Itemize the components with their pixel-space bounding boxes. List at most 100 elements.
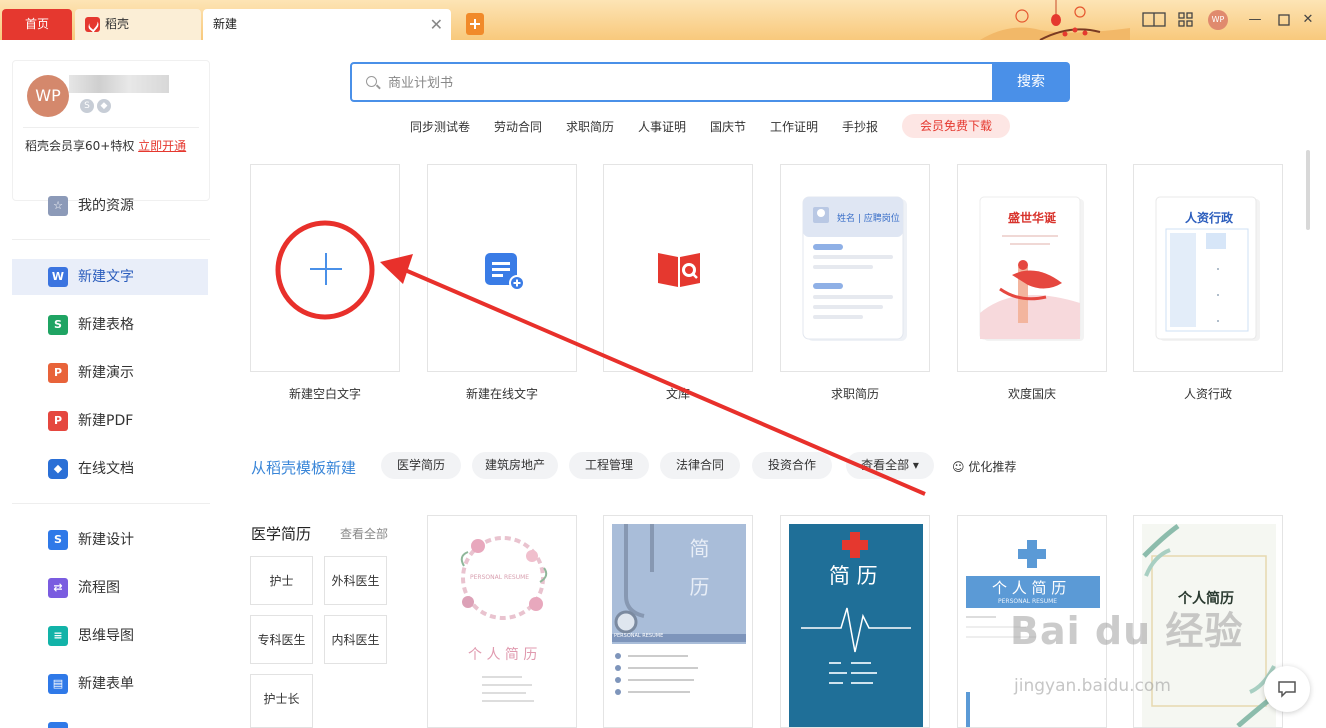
card-label: 欢度国庆 <box>1007 387 1056 401</box>
reading-mode-icon[interactable] <box>1142 10 1166 30</box>
vip-promo: 稻壳会员享60+特权 立即开通 <box>25 137 186 154</box>
template-pill[interactable]: 法律合同 <box>660 452 740 479</box>
sidebar-item-label: 新建设计 <box>78 532 134 548</box>
search-field[interactable] <box>350 62 994 102</box>
pdf-icon: P <box>48 411 68 431</box>
sidebar-item-new-writer[interactable]: W 新建文字 <box>12 259 208 295</box>
category-title: 医学简历 <box>251 525 312 543</box>
card-label: 人资行政 <box>1183 387 1232 401</box>
template-pill[interactable]: 建筑房地产 <box>472 452 558 479</box>
optimize-recommend-button[interactable]: ☺ 优化推荐 <box>952 458 1016 475</box>
profile-card: WP S ◆ 稻壳会员享60+特权 立即开通 <box>12 60 210 201</box>
view-all-dropdown[interactable]: 查看全部 ▾ <box>846 452 934 479</box>
app-window: 首页 稻壳 新建 ✕ WP — ✕ WP S ◆ 稻壳会员享60+特权 立即开通… <box>0 0 1326 728</box>
sidebar-item-label: 新建表格 <box>78 317 134 333</box>
festival-decoration-icon <box>980 0 1130 40</box>
sidebar-item-label: 在线文档 <box>78 461 134 477</box>
tab-home[interactable]: 首页 <box>2 9 72 40</box>
online-document-icon <box>485 253 525 291</box>
vip-open-link[interactable]: 立即开通 <box>138 139 186 153</box>
hr-thumbnail-title: 人资行政 <box>1185 211 1234 225</box>
category-button[interactable]: 外科医生 <box>324 556 387 605</box>
sidebar-item-new-presentation[interactable]: P 新建演示 <box>12 355 208 391</box>
sidebar-item-new-pdf[interactable]: P 新建PDF <box>12 403 208 439</box>
maximize-icon[interactable] <box>1277 10 1291 30</box>
baidu-watermark-url: jingyan.baidu.com <box>1014 676 1171 696</box>
minimize-icon[interactable]: — <box>1245 10 1265 30</box>
sidebar-item-online-docs[interactable]: ◆ 在线文档 <box>12 451 208 487</box>
vip-free-download-button[interactable]: 会员免费下载 <box>902 114 1010 138</box>
tab-new[interactable]: 新建 ✕ <box>203 9 451 40</box>
sidebar-item-label: 新建PDF <box>78 413 134 429</box>
template-section-title[interactable]: 从稻壳模板新建 <box>251 457 356 478</box>
hot-tag[interactable]: 手抄报 <box>842 118 878 135</box>
divider <box>12 239 210 240</box>
hot-tag[interactable]: 人事证明 <box>638 118 686 135</box>
writer-icon: W <box>48 267 68 287</box>
flowchart-icon: ⇄ <box>48 578 68 598</box>
close-tab-icon[interactable]: ✕ <box>430 9 443 40</box>
sidebar-item-mindmap[interactable]: ≡ 思维导图 <box>12 618 208 654</box>
folder-icon <box>48 722 68 728</box>
template-subtitle: PERSONAL RESUME <box>470 574 530 581</box>
resume-card[interactable]: 姓名 | 应聘岗位 <box>780 164 930 372</box>
plus-icon-bar <box>310 268 342 270</box>
sidebar-item-label: 新建文字 <box>78 269 134 285</box>
category-button[interactable]: 护士长 <box>250 674 313 728</box>
hot-tag[interactable]: 工作证明 <box>770 118 818 135</box>
template-title: 个 人 简 历 <box>468 647 538 663</box>
daoke-logo-icon <box>85 17 100 32</box>
apps-grid-icon[interactable] <box>1178 10 1194 30</box>
sidebar-item-resources[interactable]: ☆ 我的资源 <box>12 188 208 224</box>
tab-daoke[interactable]: 稻壳 <box>75 9 201 40</box>
hot-tag[interactable]: 求职简历 <box>566 118 614 135</box>
close-window-icon[interactable]: ✕ <box>1298 10 1318 30</box>
sidebar-item-partial[interactable] <box>12 714 208 728</box>
sidebar-item-flowchart[interactable]: ⇄ 流程图 <box>12 570 208 606</box>
category-button[interactable]: 专科医生 <box>250 615 313 664</box>
search-button[interactable]: 搜索 <box>992 62 1070 102</box>
star-icon: ☆ <box>48 196 68 216</box>
hot-tag[interactable]: 同步测试卷 <box>410 118 470 135</box>
add-tab-icon[interactable] <box>466 13 484 35</box>
divider <box>23 127 199 128</box>
template-thumbnail[interactable]: 简 历 PERSONAL RESUME <box>603 515 753 728</box>
divider <box>12 503 210 504</box>
feedback-chat-button[interactable] <box>1264 666 1310 712</box>
search-input[interactable] <box>388 72 978 94</box>
card-label: 新建空白文字 <box>288 387 361 401</box>
vip-level-icon: ◆ <box>97 99 111 113</box>
spreadsheet-icon: S <box>48 315 68 335</box>
sidebar-item-new-design[interactable]: S 新建设计 <box>12 522 208 558</box>
sidebar-item-new-form[interactable]: ▤ 新建表单 <box>12 666 208 702</box>
template-thumbnail[interactable]: 简 历 <box>780 515 930 728</box>
template-pill[interactable]: 投资合作 <box>752 452 832 479</box>
template-title: 简 历 <box>686 538 710 603</box>
avatar[interactable]: WP <box>27 75 69 117</box>
hot-tag[interactable]: 国庆节 <box>710 118 746 135</box>
national-day-card[interactable]: 盛世华诞 <box>957 164 1107 372</box>
hr-admin-card[interactable]: 人资行政 <box>1133 164 1283 372</box>
baidu-watermark: Bai du 经验 <box>1010 609 1244 653</box>
category-view-all-link[interactable]: 查看全部 <box>340 525 388 542</box>
card-label: 文库 <box>665 387 690 401</box>
user-avatar-button[interactable]: WP <box>1208 10 1228 30</box>
category-button[interactable]: 内科医生 <box>324 615 387 664</box>
template-pill[interactable]: 工程管理 <box>569 452 649 479</box>
sidebar-item-label: 我的资源 <box>78 198 134 214</box>
category-button[interactable]: 护士 <box>250 556 313 605</box>
new-online-document-card[interactable] <box>427 164 577 372</box>
search-bar: 搜索 <box>350 62 1070 102</box>
festival-thumbnail-title: 盛世华诞 <box>1008 211 1057 225</box>
smile-icon: ☺ <box>952 460 965 474</box>
floral-wreath-graphic <box>460 536 548 702</box>
template-thumbnail[interactable]: PERSONAL RESUME 个 人 简 历 <box>427 515 577 728</box>
design-icon: S <box>48 530 68 550</box>
new-blank-document-card[interactable] <box>250 164 400 372</box>
hot-tag[interactable]: 劳动合同 <box>494 118 542 135</box>
sidebar-item-new-spreadsheet[interactable]: S 新建表格 <box>12 307 208 343</box>
scrollbar[interactable] <box>1306 150 1310 230</box>
template-pill[interactable]: 医学简历 <box>381 452 461 479</box>
username-blurred <box>69 75 169 93</box>
library-card[interactable] <box>603 164 753 372</box>
